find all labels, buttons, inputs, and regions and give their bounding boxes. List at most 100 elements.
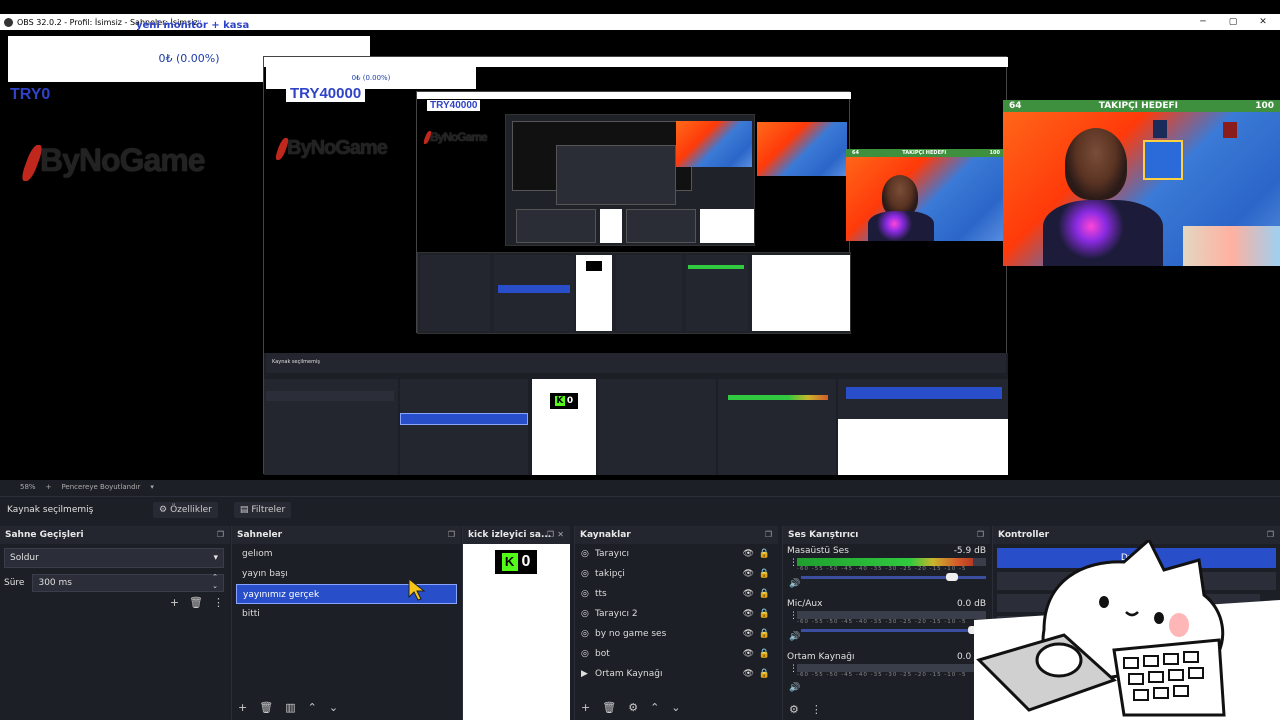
gear-icon: ⚙	[159, 504, 168, 515]
gear-icon[interactable]: ⚙	[628, 701, 638, 714]
speaker-icon[interactable]: 🔊	[789, 579, 800, 589]
trash-icon[interactable]: 🗑	[602, 701, 616, 714]
scene-item[interactable]: bitti	[236, 604, 457, 624]
filters-button[interactable]: ▤ Filtreler	[233, 501, 292, 518]
kick-viewer-dock: kick izleyici sa... ❐ ✕ K 0	[462, 526, 570, 720]
close-icon[interactable]: ✕	[1248, 14, 1278, 30]
eye-icon[interactable]: 👁	[743, 564, 754, 584]
eye-icon[interactable]: 👁	[743, 624, 754, 644]
nested-titlebar	[264, 57, 1008, 67]
nested-logo-2: ByNoGame	[422, 130, 488, 145]
source-item[interactable]: ◎ by no game ses 👁 🔒	[575, 624, 778, 644]
source-item[interactable]: ▶ Ortam Kaynağı 👁 🔒	[575, 664, 778, 684]
speaker-icon[interactable]: 🔊	[789, 632, 800, 642]
sources-footer: + 🗑 ⚙ ⌃ ⌄	[581, 701, 681, 714]
eye-icon[interactable]: 👁	[743, 664, 754, 684]
move-up-icon[interactable]: ⌃	[308, 701, 317, 714]
chevron-down-icon[interactable]: ▾	[150, 483, 154, 491]
browser-icon: ◎	[581, 609, 589, 619]
trash-icon[interactable]: 🗑	[189, 596, 203, 609]
minimize-icon[interactable]: ─	[1188, 14, 1218, 30]
nested-obs-ui-2	[417, 252, 851, 334]
browser-icon: ◎	[581, 629, 589, 639]
lock-icon[interactable]: 🔒	[759, 664, 770, 684]
filter-icon: ▤	[239, 504, 249, 515]
dock-float-icon[interactable]: ❐	[547, 526, 554, 544]
dock-float-icon[interactable]: ❐	[765, 526, 772, 544]
top-strip	[0, 0, 1280, 14]
move-down-icon[interactable]: ⌄	[329, 701, 338, 714]
move-up-icon[interactable]: ⌃	[650, 701, 659, 714]
filter-icon[interactable]: ▥	[285, 701, 295, 714]
scene-item[interactable]: gelıom	[236, 544, 457, 564]
channel-name: Ortam Kaynağı	[787, 652, 855, 662]
duration-stepper[interactable]: 300 ms ⌃ ⌄	[32, 573, 224, 592]
channel-name: Mic/Aux	[787, 599, 823, 609]
follower-goal-bar: 64 TAKIPÇI HEDEFI 100	[1003, 100, 1280, 112]
goal-label: TAKIPÇI HEDEFI	[1098, 101, 1178, 111]
close-icon[interactable]: ✕	[557, 526, 564, 544]
sources-dock: Kaynaklar ❐ ◎ Tarayıcı 👁 🔒 ◎ takipçi 👁 🔒 ◎ tts 👁 🔒…	[574, 526, 778, 720]
source-item[interactable]: ◎ Tarayıcı 👁 🔒	[575, 544, 778, 564]
gear-icon[interactable]: ⚙	[789, 703, 799, 716]
bynogame-logo: ByNoGame	[19, 142, 205, 181]
duration-label: Süre	[4, 578, 25, 588]
scenes-title: Sahneler ❐	[232, 526, 461, 544]
lock-icon[interactable]: 🔒	[759, 584, 770, 604]
lock-icon[interactable]: 🔒	[759, 544, 770, 564]
obs-icon	[4, 17, 13, 27]
volume-slider[interactable]	[801, 573, 986, 581]
preview-canvas[interactable]: 0₺ (0.00%) TRY0 ByNoGame 0₺ (0.00%) TRY4…	[0, 30, 1280, 480]
source-item[interactable]: ◎ Tarayıcı 2 👁 🔒	[575, 604, 778, 624]
lock-icon[interactable]: 🔒	[759, 564, 770, 584]
maximize-icon[interactable]: ▢	[1218, 14, 1248, 30]
logo-text: ByNoGame	[40, 142, 205, 178]
nested-webcam-3	[757, 122, 847, 176]
dock-float-icon[interactable]: ❐	[217, 526, 224, 544]
properties-button[interactable]: ⚙ Özellikler	[153, 501, 218, 518]
kick-viewer-widget: K 0	[493, 548, 539, 576]
source-item[interactable]: ◎ tts 👁 🔒	[575, 584, 778, 604]
dock-float-icon[interactable]: ❐	[448, 526, 455, 544]
level-meter	[797, 664, 986, 672]
bongo-cat-overlay	[974, 540, 1280, 720]
sources-title: Kaynaklar ❐	[575, 526, 778, 544]
source-item[interactable]: ◎ takipçi 👁 🔒	[575, 564, 778, 584]
nested-titlebar-2	[417, 92, 851, 99]
transition-type-select[interactable]: Soldur ▾	[4, 548, 224, 568]
nested-source-bar: Kaynak seçilmemiş	[266, 353, 1006, 373]
eye-icon[interactable]: 👁	[743, 584, 754, 604]
zoom-plus-icon[interactable]: +	[46, 483, 52, 491]
audio-mixer-dock: Ses Karıştırıcı ❐ Masaüstü Ses -5.9 dB ⋮ -…	[782, 526, 990, 720]
kick-viewer-count: 0	[521, 553, 531, 570]
source-item[interactable]: ◎ bot 👁 🔒	[575, 644, 778, 664]
lock-icon[interactable]: 🔒	[759, 644, 770, 664]
eye-icon[interactable]: 👁	[743, 644, 754, 664]
fit-mode[interactable]: Pencereye Boyutlandır	[61, 483, 140, 491]
zoom-level[interactable]: 58%	[20, 483, 36, 491]
level-meter	[797, 611, 986, 619]
add-transition-icon[interactable]: +	[170, 596, 179, 609]
chevron-down-icon: ▾	[213, 553, 218, 563]
nested-preview-3	[505, 114, 755, 246]
eye-icon[interactable]: 👁	[743, 544, 754, 564]
eye-icon[interactable]: 👁	[743, 604, 754, 624]
add-source-icon[interactable]: +	[581, 701, 590, 714]
lock-icon[interactable]: 🔒	[759, 624, 770, 644]
mixer-title: Ses Karıştırıcı ❐	[783, 526, 990, 544]
trash-icon[interactable]: 🗑	[259, 701, 273, 714]
more-icon[interactable]: ⋮	[811, 703, 822, 716]
nested-goal-bar: 64 TAKIPÇI HEDEFI 100	[846, 149, 1006, 157]
add-scene-icon[interactable]: +	[238, 701, 247, 714]
goal-target: 100	[1255, 101, 1274, 111]
nested-webcam: 64 TAKIPÇI HEDEFI 100	[846, 149, 1006, 241]
volume-slider[interactable]	[801, 626, 986, 634]
more-icon[interactable]: ⋮	[213, 596, 224, 609]
speaker-icon[interactable]: 🔊	[789, 683, 800, 693]
browser-icon: ◎	[581, 589, 589, 599]
lock-icon[interactable]: 🔒	[759, 604, 770, 624]
transitions-title: Sahne Geçişleri ❐	[0, 526, 230, 544]
move-down-icon[interactable]: ⌄	[671, 701, 680, 714]
preview-status-bar: 58% + Pencereye Boyutlandır ▾	[0, 480, 1280, 494]
mixer-channel-mic: Mic/Aux 0.0 dB ⋮ -60 -55 -50 -45 -40 -35 …	[783, 597, 990, 650]
